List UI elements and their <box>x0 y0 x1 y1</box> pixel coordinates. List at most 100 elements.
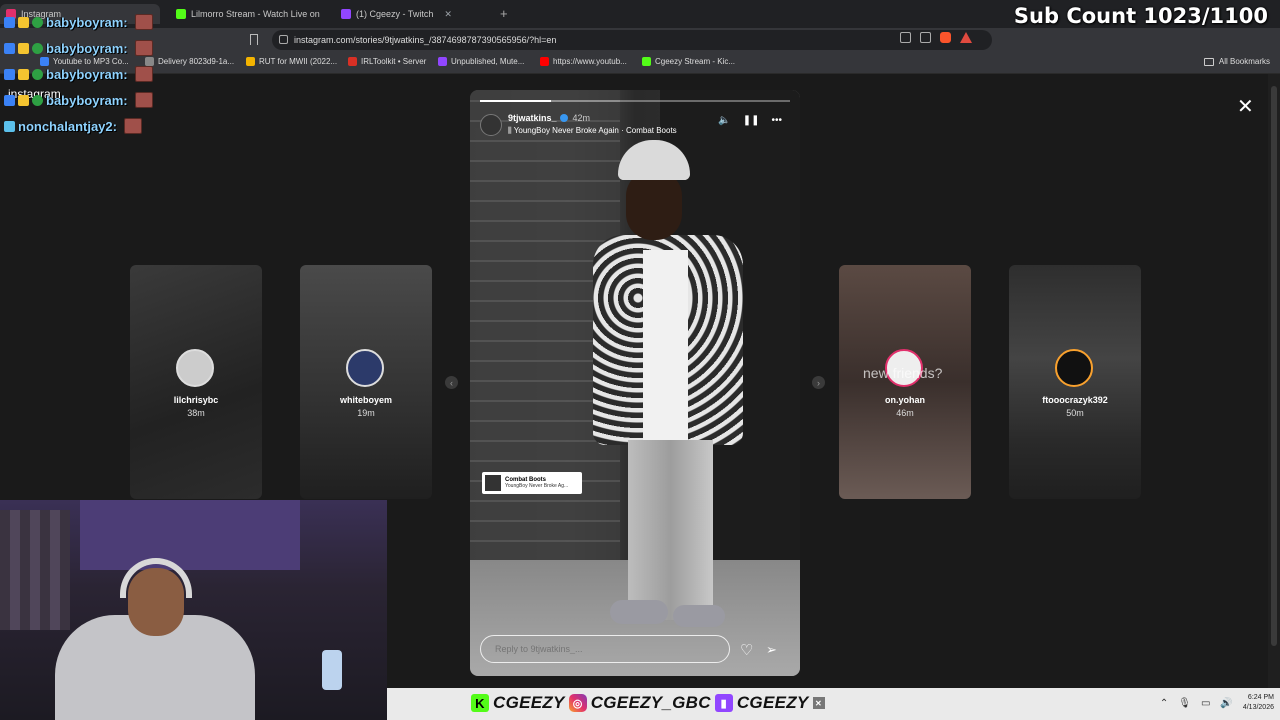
bookmark-youtube[interactable]: https://www.youtub... <box>540 57 627 66</box>
emote-icon <box>134 66 153 82</box>
scrollbar-thumb[interactable] <box>1271 86 1277 646</box>
crown-badge-icon <box>18 16 29 28</box>
next-story-icon[interactable]: › <box>812 376 825 389</box>
story-progress-bar <box>480 100 790 102</box>
mod-badge-icon <box>4 42 15 54</box>
story-preview-on-yohan[interactable]: new friends? on.yohan 46m <box>839 265 971 499</box>
volume-icon[interactable]: 🔊 <box>1220 698 1232 709</box>
bookmarks-bar: Youtube to MP3 Co... Delivery 8023d9-1a.… <box>0 52 1280 74</box>
webcam-feed <box>0 500 387 720</box>
reply-input[interactable] <box>480 635 730 663</box>
new-tab-button[interactable]: + <box>500 6 508 21</box>
scrollbar[interactable] <box>1268 74 1280 688</box>
music-sticker[interactable]: Combat Boots YoungBoy Never Broke Ag... <box>482 472 582 494</box>
mod-badge-icon <box>4 16 15 28</box>
emote-icon <box>134 14 153 30</box>
close-tab-icon[interactable]: ✕ <box>444 9 452 20</box>
all-bookmarks-button[interactable]: All Bookmarks <box>1203 57 1270 66</box>
tab-twitch[interactable]: (1) Cgeezy - Twitch ✕ <box>335 4 495 24</box>
site-info-icon[interactable] <box>279 35 288 44</box>
drive-icon <box>246 57 255 66</box>
emote-icon <box>123 118 142 134</box>
taskbar: K CGEEZY ◎ CGEEZY_GBC ▮ CGEEZY ✕ ⌃ 🎙 ▭ 🔊 6:… <box>387 688 1280 720</box>
irltoolkit-icon <box>348 57 357 66</box>
like-heart-icon[interactable]: ♡ <box>740 641 753 659</box>
mute-icon[interactable]: 🔈 <box>718 115 730 126</box>
story-username: lilchrisybc <box>173 395 219 405</box>
chat-message: nonchalantjay2: <box>4 118 142 134</box>
story-time: 50m <box>1066 408 1084 418</box>
music-bars-icon: ⫼ <box>508 126 512 135</box>
share-icon[interactable] <box>920 32 931 43</box>
sub-badge-icon <box>32 16 43 28</box>
more-options-icon[interactable]: ••• <box>771 115 782 126</box>
kick-icon <box>176 9 186 19</box>
previous-story-icon[interactable]: ‹ <box>445 376 458 389</box>
story-preview-whiteboyem[interactable]: whiteboyem 19m <box>300 265 432 499</box>
story-controls: 🔈 ❚❚ ••• <box>718 115 782 126</box>
emote-icon <box>134 92 153 108</box>
twitch-handle: CGEEZY <box>736 693 809 712</box>
active-story[interactable]: 9tjwatkins_ 42m ⫼ YoungBoy Never Broke Ag… <box>470 90 800 676</box>
story-overlay-text: new friends? <box>863 365 943 381</box>
emote-icon <box>134 40 153 56</box>
story-preview-lilchrisybc[interactable]: lilchrisybc 38m <box>130 265 262 499</box>
sub-badge-icon <box>32 68 43 80</box>
chat-message: babyboyram: <box>4 92 153 108</box>
story-time: 19m <box>357 408 375 418</box>
instagram-handle: CGEEZY_GBC <box>590 693 711 712</box>
bookmark-kick[interactable]: Cgeezy Stream - Kic... <box>642 57 735 66</box>
bookmark-irltoolkit[interactable]: IRLToolkit • Server <box>348 57 426 66</box>
brave-rewards-icon[interactable] <box>960 32 972 43</box>
sub-badge-icon <box>32 42 43 54</box>
youtube-icon <box>540 57 549 66</box>
story-photo-person <box>588 140 743 630</box>
mod-badge-icon <box>4 94 15 106</box>
tab-lilmorro[interactable]: Lilmorro Stream - Watch Live on <box>170 4 330 24</box>
avatar <box>1055 349 1093 387</box>
send-icon[interactable]: ➢ <box>766 642 777 658</box>
sub-badge-icon <box>32 94 43 106</box>
kick-icon <box>642 57 651 66</box>
cast-icon[interactable] <box>900 32 911 43</box>
story-preview-ftooocrazyk392[interactable]: ftooocrazyk392 50m <box>1009 265 1141 499</box>
brave-shields-icon[interactable] <box>940 32 951 43</box>
bookmark-rut[interactable]: RUT for MWII (2022... <box>246 57 337 66</box>
avatar[interactable] <box>480 114 502 136</box>
story-username: whiteboyem <box>339 395 392 405</box>
close-story-icon[interactable]: ✕ <box>1237 94 1254 119</box>
crown-badge-icon <box>18 94 29 106</box>
story-header: 9tjwatkins_ 42m ⫼ YoungBoy Never Broke Ag… <box>480 112 790 142</box>
pause-icon[interactable]: ❚❚ <box>743 115 760 126</box>
album-art-icon <box>485 475 501 491</box>
verified-badge-icon <box>559 114 568 122</box>
url-tools <box>900 32 972 43</box>
story-username[interactable]: 9tjwatkins_ 42m <box>508 113 590 123</box>
avatar <box>176 349 214 387</box>
twitch-logo-icon: ▮ <box>714 694 733 712</box>
crown-badge-icon <box>18 42 29 54</box>
bookmark-icon[interactable] <box>250 34 258 45</box>
avatar <box>346 349 384 387</box>
system-tray: ⌃ 🎙 ▭ 🔊 6:24 PM 4/13/2026 <box>1160 693 1274 713</box>
stream-chat-overlay: babyboyram: babyboyram: babyboyram: inst… <box>0 0 170 140</box>
chat-message: babyboyram: <box>4 14 153 30</box>
mod-badge-icon <box>4 68 15 80</box>
chat-message: babyboyram: <box>4 66 153 82</box>
microphone-icon[interactable]: 🎙 <box>1178 698 1191 709</box>
chevron-up-icon[interactable]: ⌃ <box>1160 698 1168 709</box>
twitch-icon <box>341 9 351 19</box>
chat-message: babyboyram: <box>4 40 153 56</box>
url-field[interactable]: instagram.com/stories/9tjwatkins_/387469… <box>272 30 992 50</box>
kick-logo-icon: K <box>471 694 489 712</box>
story-music-label[interactable]: ⫼ YoungBoy Never Broke Again · Combat Bo… <box>508 126 677 136</box>
story-time: 46m <box>896 408 914 418</box>
system-clock[interactable]: 6:24 PM 4/13/2026 <box>1243 693 1274 713</box>
kick-handle: CGEEZY <box>493 693 565 712</box>
story-time: 42m <box>572 113 591 123</box>
display-icon[interactable]: ▭ <box>1201 698 1210 709</box>
story-time: 38m <box>187 408 205 418</box>
folder-icon <box>1203 57 1214 66</box>
bookmark-unpublished[interactable]: Unpublished, Mute... <box>438 57 524 66</box>
x-logo-icon: ✕ <box>812 697 825 709</box>
